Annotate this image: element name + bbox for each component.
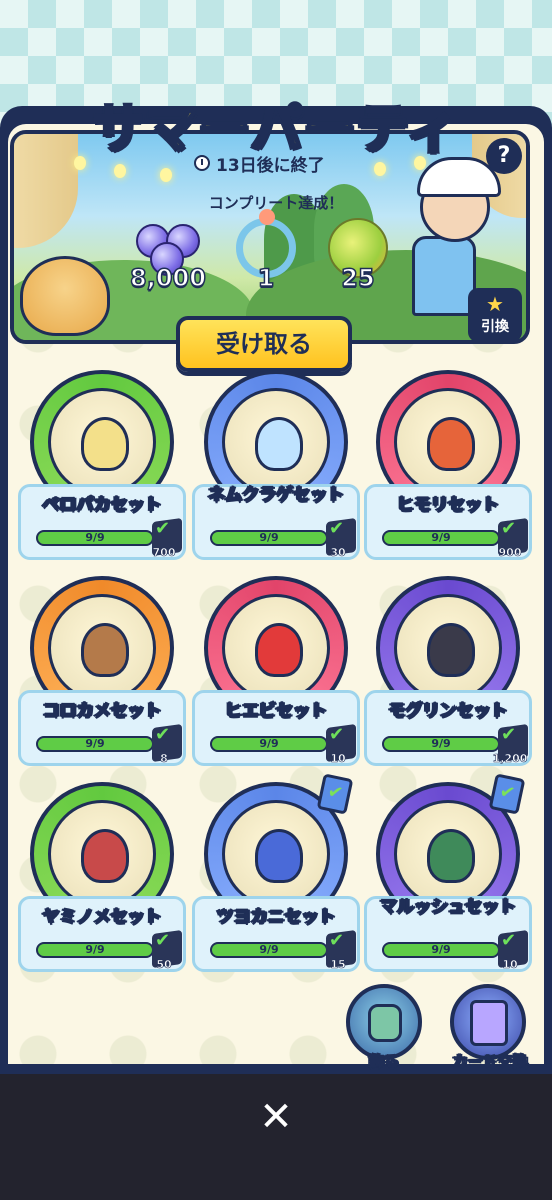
reward-count: 8: [160, 752, 168, 766]
receive-button[interactable]: 受け取る: [176, 316, 352, 372]
set-portrait: [222, 594, 330, 702]
check-icon: ✔: [501, 518, 517, 539]
critter-image: [81, 623, 129, 677]
set-progress-bar: 9/9: [382, 736, 500, 752]
light-bulb-icon: [114, 164, 126, 178]
card-tag-icon: ✔: [488, 773, 526, 815]
set-portrait: [222, 388, 330, 496]
check-icon: ✔: [501, 724, 517, 745]
check-icon: ✔: [155, 518, 171, 539]
set-progress-bar: 9/9: [210, 942, 328, 958]
set-progress-bar: 9/9: [210, 530, 328, 546]
set-name: コロカメセット: [42, 701, 162, 721]
clock-icon: [194, 155, 210, 171]
check-icon: ✔: [501, 930, 517, 951]
card-tag-icon: ✔: [316, 773, 354, 815]
check-icon: ✔: [329, 518, 345, 539]
set-card[interactable]: コロカメセット 9/9 ✔ 8: [18, 576, 186, 772]
set-progress-bar: 9/9: [382, 942, 500, 958]
check-icon: ✔: [329, 724, 345, 745]
set-card[interactable]: ヒモリセット 9/9 ✔ 900: [364, 370, 532, 566]
set-portrait: [222, 800, 330, 908]
event-timer: 13日後に終了: [186, 150, 333, 176]
light-bulb-icon: [374, 162, 386, 176]
set-portrait: [48, 388, 156, 496]
set-card[interactable]: ✔ ツヨカニセット 9/9 ✔ 15: [192, 773, 360, 978]
set-card[interactable]: ✔ マルッシュセット 9/9 ✔ 10: [364, 773, 532, 978]
check-icon: ✔: [155, 930, 171, 951]
card-swap-icon: [470, 1000, 508, 1046]
help-button[interactable]: ?: [486, 138, 522, 174]
timer-text: 13日後に終了: [216, 155, 325, 176]
critter-image: [427, 829, 475, 883]
critter-image: [81, 417, 129, 471]
complete-label: コンプリート達成！: [208, 194, 344, 212]
reward-count: 50: [156, 958, 172, 972]
decorate-button[interactable]: [346, 984, 422, 1060]
set-name: ネムクラゲセット: [208, 485, 345, 505]
reward-value: 8,000: [129, 263, 206, 293]
card-exchange-button[interactable]: [450, 984, 526, 1060]
light-bulb-icon: [160, 168, 172, 182]
critter-image: [255, 829, 303, 883]
set-progress-bar: 9/9: [210, 736, 328, 752]
set-portrait: [48, 594, 156, 702]
set-card[interactable]: ヒエビセット 9/9 ✔ 10: [192, 576, 360, 772]
set-card[interactable]: モグリンセット 9/9 ✔ 1,200: [364, 576, 532, 772]
set-card[interactable]: ヤミノメセット 9/9 ✔ 50: [18, 782, 186, 978]
set-name: マルッシュセット: [380, 897, 517, 917]
backpack-icon: [368, 1004, 402, 1042]
set-progress-bar: 9/9: [382, 530, 500, 546]
reward-count: 900: [498, 546, 522, 560]
close-button[interactable]: ✕: [246, 1092, 306, 1142]
star-icon: ★: [486, 292, 504, 316]
reward-gems: 8,000: [128, 222, 208, 302]
reward-value: 25: [341, 263, 376, 293]
check-icon: ✔: [329, 930, 345, 951]
set-card[interactable]: ネムクラゲセット 9/9 ✔ 30: [192, 370, 360, 566]
reward-fruit: 25: [318, 218, 398, 302]
set-progress-bar: 9/9: [36, 530, 154, 546]
set-name: ペロパカセット: [42, 495, 162, 515]
reward-count: 30: [330, 546, 346, 560]
reward-count: 700: [152, 546, 176, 560]
bird-mascot: [20, 256, 110, 336]
set-name: ヤミノメセット: [42, 907, 162, 927]
reward-count: 10: [502, 958, 518, 972]
check-icon: ✔: [155, 724, 171, 745]
decorate-label: 飾る: [368, 1052, 399, 1071]
critter-image: [427, 623, 475, 677]
reward-wreath: 1: [226, 209, 306, 302]
reward-value: 1: [257, 263, 275, 293]
set-progress-bar: 9/9: [36, 736, 154, 752]
critter-image: [81, 829, 129, 883]
reward-count: 15: [330, 958, 346, 972]
critter-image: [255, 623, 303, 677]
set-portrait: [394, 594, 502, 702]
critter-image: [255, 417, 303, 471]
set-portrait: [48, 800, 156, 908]
critter-image: [427, 417, 475, 471]
set-card[interactable]: ペロパカセット 9/9 ✔ 700: [18, 370, 186, 566]
card-exchange-label: カード交換: [452, 1052, 528, 1071]
reward-count: 10: [330, 752, 346, 766]
set-name: ヒモリセット: [397, 495, 500, 515]
exchange-button[interactable]: ★ 引換: [468, 288, 522, 342]
exchange-label: 引換: [481, 319, 509, 335]
reward-count: 1,200: [492, 752, 528, 766]
trainer-body: [412, 236, 476, 316]
set-name: ヒエビセット: [225, 701, 328, 721]
set-portrait: [394, 800, 502, 908]
set-portrait: [394, 388, 502, 496]
set-progress-bar: 9/9: [36, 942, 154, 958]
set-name: ツヨカニセット: [216, 907, 336, 927]
set-name: モグリンセット: [388, 701, 508, 721]
